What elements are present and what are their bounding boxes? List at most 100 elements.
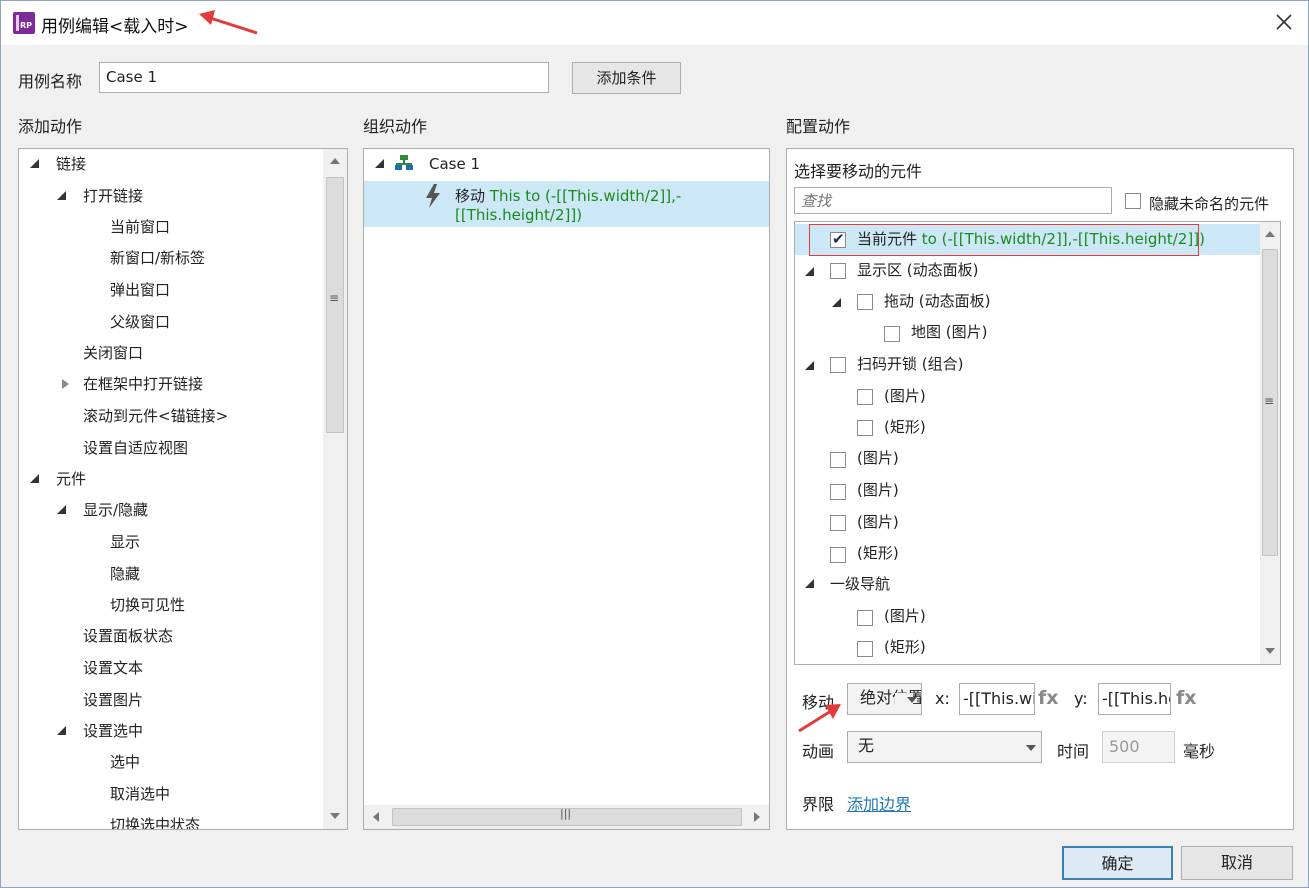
tree-item-set-image[interactable]: 设置图片 — [83, 690, 143, 710]
case-name-input[interactable]: Case 1 — [99, 62, 549, 93]
widget-checkbox[interactable] — [830, 263, 846, 279]
collapse-icon[interactable] — [62, 379, 69, 389]
selected-action-row[interactable]: 移动 This to (-[[This.width/2]],- [[This.h… — [364, 181, 769, 227]
tree-item-deselect[interactable]: 取消选中 — [110, 784, 170, 804]
time-label: 时间 — [1057, 742, 1090, 761]
widget-checkbox[interactable] — [830, 484, 846, 500]
tree-item-scroll-to-widget[interactable]: 滚动到元件<锚链接> — [83, 406, 228, 426]
tree-item-open-link[interactable]: 打开链接 — [83, 186, 143, 206]
widget-checkbox-current[interactable] — [830, 230, 846, 248]
expand-icon[interactable] — [57, 191, 66, 200]
widget-label[interactable]: (图片) — [857, 480, 899, 500]
expand-icon[interactable] — [375, 159, 384, 168]
grip-icon: ≡ — [1264, 394, 1275, 408]
widget-list-scrollbar[interactable]: ≡ — [1260, 222, 1280, 664]
widget-checkbox[interactable] — [857, 294, 873, 310]
fx-button-x[interactable]: fx — [1038, 687, 1059, 709]
widget-label[interactable]: (矩形) — [884, 417, 926, 437]
x-value-input[interactable]: -[[This.width/2]] — [959, 683, 1035, 715]
time-input[interactable]: 500 — [1102, 731, 1175, 763]
widget-label[interactable]: (矩形) — [884, 637, 926, 657]
widget-label[interactable]: (矩形) — [857, 543, 899, 563]
expand-icon[interactable] — [805, 267, 814, 276]
widget-checkbox[interactable] — [830, 452, 846, 468]
widget-checkbox[interactable] — [830, 547, 846, 563]
scroll-down-icon[interactable] — [330, 813, 340, 819]
widget-label[interactable]: (图片) — [857, 448, 899, 468]
configure-action-panel: 选择要移动的元件 隐藏未命名的元件 当前元件 to (-[[This.width… — [786, 148, 1294, 830]
add-action-heading: 添加动作 — [18, 117, 83, 136]
add-action-scrollbar[interactable]: ≡ — [323, 149, 347, 829]
expand-icon[interactable] — [57, 505, 66, 514]
expand-icon[interactable] — [30, 159, 39, 168]
scroll-left-icon[interactable] — [373, 812, 379, 822]
expand-icon[interactable] — [805, 361, 814, 370]
scroll-up-icon[interactable] — [330, 158, 340, 164]
tree-item-widgets[interactable]: 元件 — [56, 469, 86, 489]
expand-icon[interactable] — [30, 474, 39, 483]
annotation-arrow-icon — [798, 704, 841, 733]
expand-icon[interactable] — [832, 298, 841, 307]
scroll-up-icon[interactable] — [1265, 231, 1275, 237]
expand-icon[interactable] — [805, 579, 814, 588]
select-widget-title: 选择要移动的元件 — [794, 162, 923, 181]
tree-item-popup-window[interactable]: 弹出窗口 — [110, 280, 170, 300]
ok-button[interactable]: 确定 — [1062, 846, 1173, 880]
widget-label[interactable]: 扫码开锁 (组合) — [857, 354, 963, 374]
tree-item-open-in-frame[interactable]: 在框架中打开链接 — [83, 374, 203, 394]
animation-select[interactable]: 无 — [847, 731, 1042, 763]
move-mode-select[interactable]: 绝对位置 — [847, 683, 922, 715]
widget-label[interactable]: 拖动 (动态面板) — [884, 291, 990, 311]
widget-label[interactable]: (图片) — [884, 606, 926, 626]
expand-icon[interactable] — [57, 726, 66, 735]
tree-item-link[interactable]: 链接 — [56, 154, 86, 174]
tree-item-current-window[interactable]: 当前窗口 — [110, 217, 170, 237]
tree-item-set-adaptive-view[interactable]: 设置自适应视图 — [83, 438, 188, 458]
widget-checkbox[interactable] — [884, 326, 900, 342]
case-label[interactable]: Case 1 — [429, 154, 480, 174]
widget-checkbox[interactable] — [830, 515, 846, 531]
tree-item-toggle-selected[interactable]: 切换选中状态 — [110, 815, 200, 829]
add-condition-button[interactable]: 添加条件 — [572, 62, 681, 94]
tree-item-show[interactable]: 显示 — [110, 532, 140, 552]
annotation-arrow-icon — [199, 10, 258, 35]
tree-item-new-window[interactable]: 新窗口/新标签 — [110, 248, 205, 268]
hide-unnamed-checkbox[interactable] — [1125, 193, 1141, 209]
widget-label[interactable]: 地图 (图片) — [911, 322, 987, 342]
tree-item-set-text[interactable]: 设置文本 — [83, 658, 143, 678]
case-tree-icon — [395, 155, 413, 170]
tree-item-close-window[interactable]: 关闭窗口 — [83, 343, 143, 363]
tree-item-hide[interactable]: 隐藏 — [110, 564, 140, 584]
case-name-label: 用例名称 — [18, 72, 83, 91]
widget-label[interactable]: (图片) — [884, 386, 926, 406]
widget-search-input[interactable] — [794, 187, 1112, 214]
scroll-thumb[interactable] — [326, 177, 344, 433]
add-bounds-link[interactable]: 添加边界 — [847, 791, 911, 815]
y-value-input[interactable]: -[[This.height/2]] — [1098, 683, 1171, 715]
widget-checkbox[interactable] — [857, 389, 873, 405]
tree-item-toggle-visibility[interactable]: 切换可见性 — [110, 595, 185, 615]
widget-label[interactable]: (图片) — [857, 512, 899, 532]
widget-checkbox[interactable] — [857, 420, 873, 436]
action-verb: 移动 — [455, 187, 486, 205]
tree-item-set-selected[interactable]: 设置选中 — [83, 721, 143, 741]
widget-checkbox[interactable] — [857, 610, 873, 626]
tree-item-parent-window[interactable]: 父级窗口 — [110, 312, 170, 332]
tree-item-select[interactable]: 选中 — [110, 752, 140, 772]
time-unit: 毫秒 — [1183, 742, 1216, 761]
animation-label: 动画 — [802, 742, 835, 761]
tree-item-show-hide[interactable]: 显示/隐藏 — [83, 500, 148, 520]
widget-label[interactable]: 显示区 (动态面板) — [857, 260, 978, 280]
lightning-icon — [426, 184, 440, 208]
organize-hscrollbar[interactable]: ||| — [364, 805, 769, 829]
widget-checkbox[interactable] — [857, 641, 873, 657]
scroll-right-icon[interactable] — [754, 812, 760, 822]
y-label: y: — [1074, 689, 1088, 708]
close-icon[interactable] — [1271, 9, 1297, 35]
widget-checkbox[interactable] — [830, 357, 846, 373]
tree-item-set-panel-state[interactable]: 设置面板状态 — [83, 626, 173, 646]
fx-button-y[interactable]: fx — [1176, 687, 1197, 709]
scroll-down-icon[interactable] — [1265, 648, 1275, 654]
widget-label[interactable]: 一级导航 — [830, 574, 890, 594]
cancel-button[interactable]: 取消 — [1181, 846, 1293, 880]
